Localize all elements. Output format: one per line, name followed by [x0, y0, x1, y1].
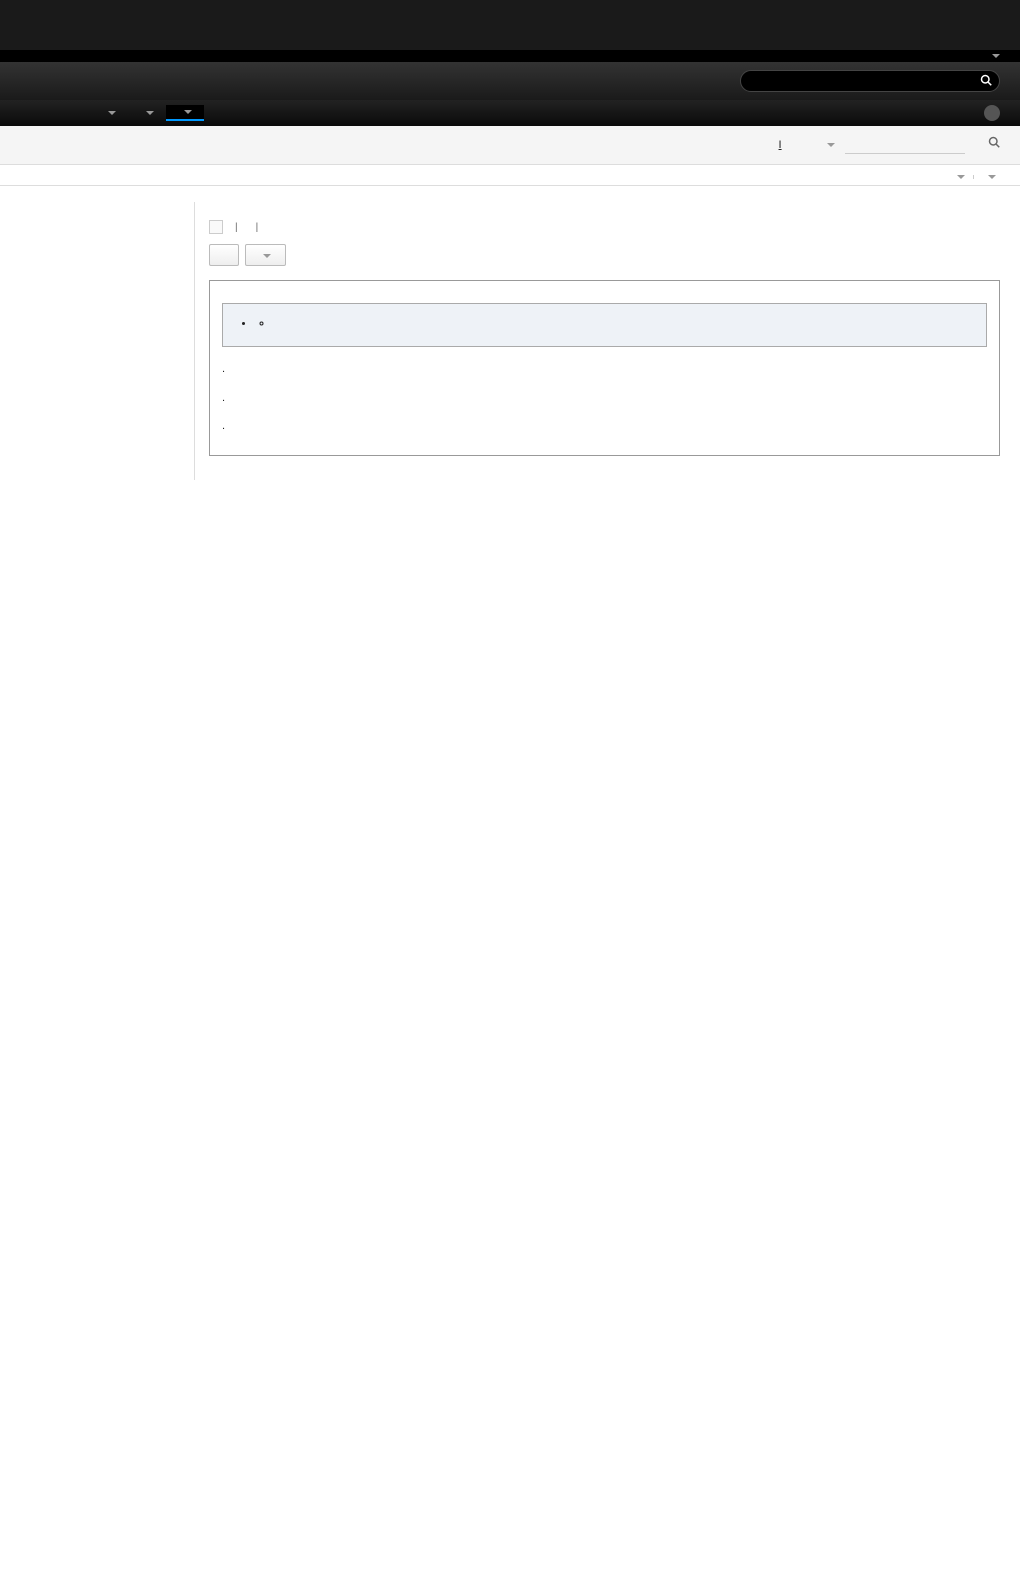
nav-apps[interactable] [166, 105, 204, 121]
community-bar [0, 62, 1020, 100]
nav-communities[interactable] [128, 105, 166, 121]
caret-down-icon [992, 54, 1000, 58]
top-bar [0, 50, 1020, 62]
nav-profiles[interactable] [90, 105, 128, 121]
page-icon [209, 220, 223, 234]
wikis-bar: I [0, 126, 1020, 165]
edit-button[interactable] [209, 244, 239, 266]
wiki-search-input[interactable] [845, 137, 965, 154]
help-icon[interactable] [984, 105, 1000, 121]
user-menu[interactable] [985, 54, 1000, 58]
following-actions[interactable] [943, 175, 965, 179]
search-input[interactable] [740, 70, 1000, 92]
scope-select[interactable]: I [779, 139, 835, 151]
wiki-actions[interactable] [973, 175, 996, 179]
toc-box [222, 303, 987, 347]
search-icon[interactable] [988, 137, 1000, 151]
community-search [740, 70, 1000, 92]
page-actions-button[interactable] [245, 244, 286, 266]
search-icon[interactable] [980, 74, 992, 89]
nav-tree [0, 202, 195, 480]
nav-bar [0, 100, 1020, 126]
meta-row: | | [209, 220, 1000, 234]
